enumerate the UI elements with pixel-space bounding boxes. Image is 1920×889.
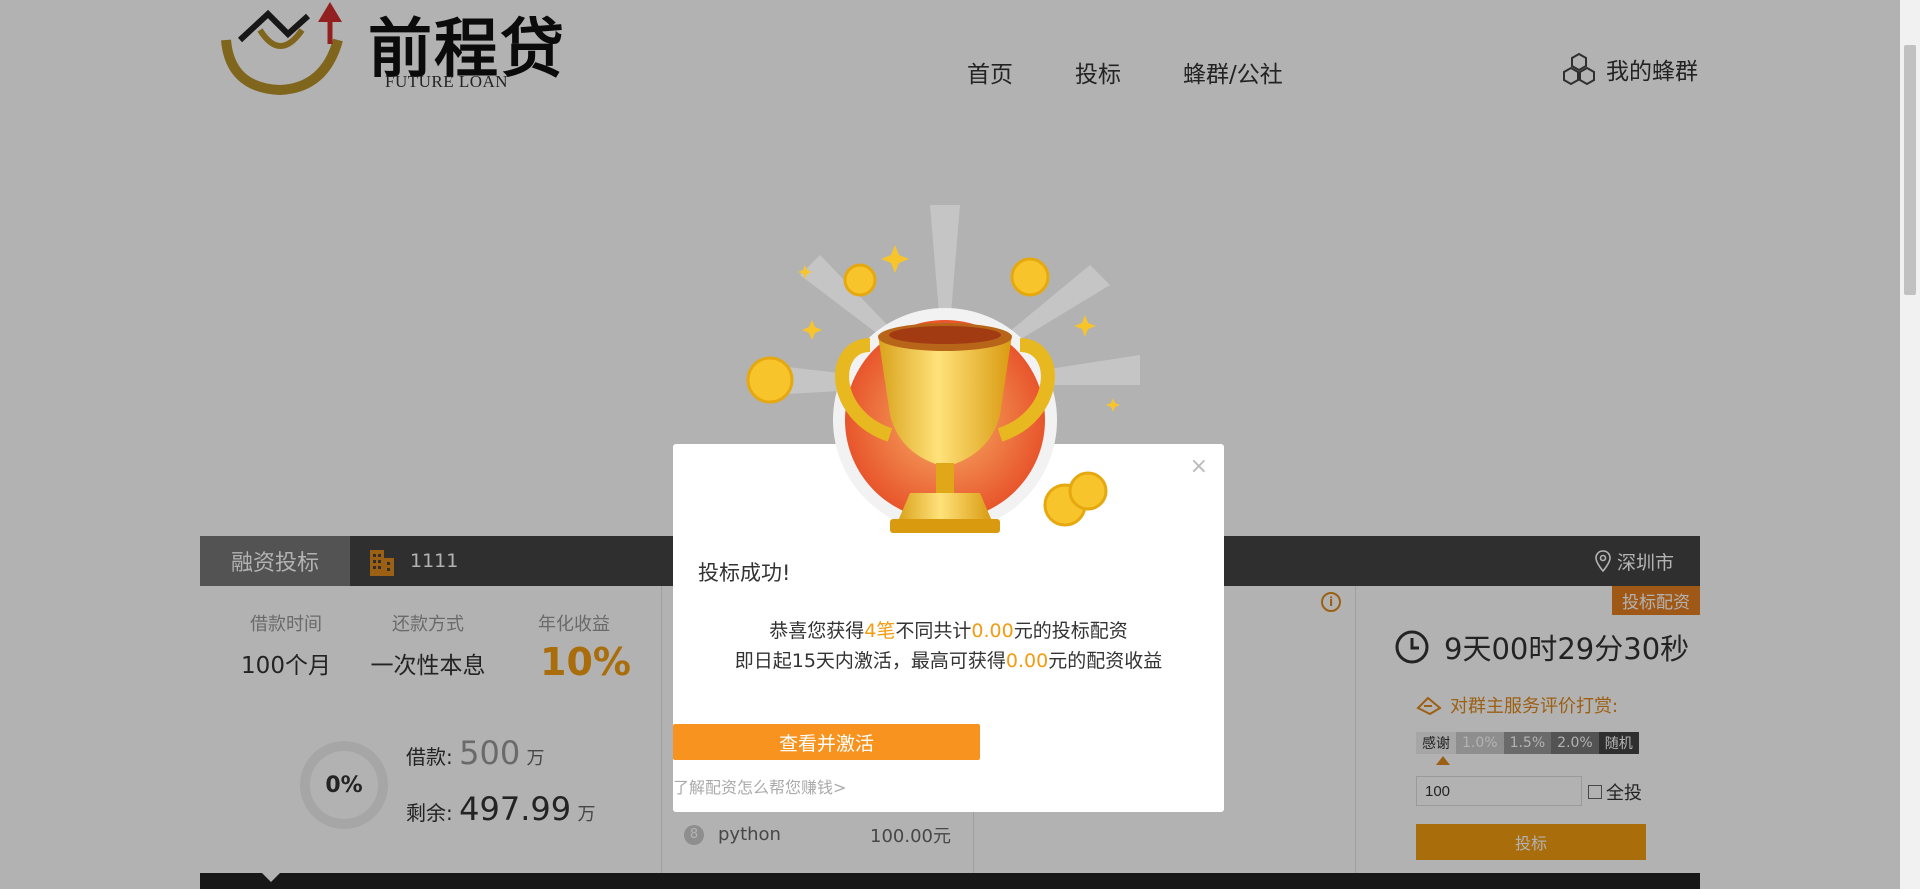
msg-part: 元的投标配资 [1013,620,1128,642]
close-icon[interactable]: × [1190,454,1208,479]
scrollbar-thumb[interactable] [1904,45,1916,295]
dialog-message-line2: 即日起15天内激活，最高可获得0.00元的配资收益 [673,646,1224,673]
dialog-message-line1: 恭喜您获得4笔不同共计0.00元的投标配资 [673,616,1224,643]
msg-count: 4笔 [864,620,896,642]
msg-part: 元的配资收益 [1048,650,1163,672]
dialog-title: 投标成功! [698,561,791,585]
trophy-illustration-icon [746,205,1140,533]
msg-amount: 0.00 [971,620,1014,642]
msg-part: 不同共计 [895,620,972,642]
msg-amount: 0.00 [1005,650,1049,672]
view-activate-button[interactable]: 查看并激活 [673,724,980,760]
learn-more-link[interactable]: 了解配资怎么帮您赚钱> [673,774,846,798]
msg-part: 即日起15天内激活，最高可获得 [734,650,1006,672]
page: 前程贷 FUTURE LOAN 首页 投标 蜂群/公社 我的蜂群 融资投标 11… [0,0,1920,889]
page-scrollbar[interactable] [1900,0,1920,889]
msg-part: 恭喜您获得 [769,620,865,642]
